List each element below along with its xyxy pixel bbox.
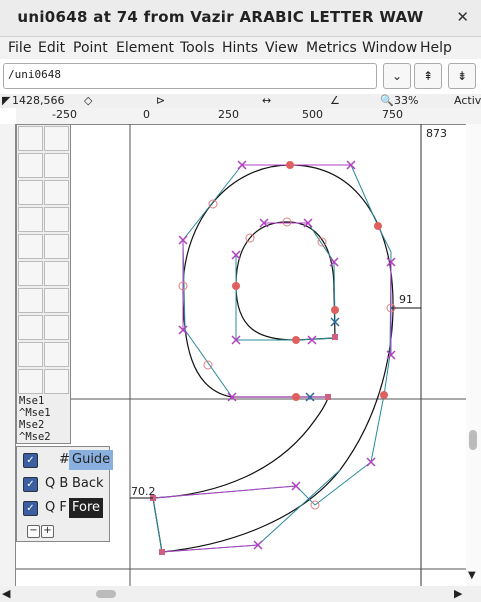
scroll-down-icon[interactable]: ▼ [468, 570, 476, 581]
layer-name[interactable]: Fore [69, 498, 104, 518]
advance-width-label: 873 [426, 127, 447, 140]
layer-name[interactable]: Back [69, 474, 107, 494]
add-layer-icon[interactable]: + [41, 525, 54, 538]
horizontal-scrollbar[interactable]: ◀ ▶ [0, 586, 481, 602]
rotate-tool-icon[interactable] [44, 288, 69, 313]
layer-row-guide[interactable]: ✓ # Guide [21, 450, 114, 470]
scale-tool-icon[interactable] [18, 288, 43, 313]
tool-palette: Mse1 ^Mse1 Mse2 ^Mse2 [16, 124, 71, 444]
hvcurve-tool-icon[interactable] [44, 234, 69, 259]
layer-visible-checkbox[interactable]: ✓ [23, 501, 38, 516]
pointer-tool-icon[interactable] [18, 126, 43, 151]
curve-points [232, 161, 388, 401]
freehand-tool-icon[interactable] [18, 153, 43, 178]
left-bearing-label: 70.2 [131, 485, 156, 498]
3d-rotate-tool-icon[interactable] [18, 342, 43, 367]
ruler-tool-icon[interactable] [44, 180, 69, 205]
tangent-point-tool-icon[interactable] [44, 261, 69, 286]
magnify-tool-icon[interactable] [44, 126, 69, 151]
hvcurve-point-tool-icon[interactable] [18, 207, 43, 232]
ctrl-mouse2-label: ^Mse2 [19, 431, 51, 443]
mouse2-label: Mse2 [19, 419, 45, 431]
layer-row-back[interactable]: ✓ Q B Back [21, 474, 109, 494]
polygon-tool-icon[interactable] [44, 369, 69, 394]
layer-code: Q B [45, 476, 69, 491]
mouse1-label: Mse1 [19, 395, 45, 407]
knife-tool-icon[interactable] [18, 180, 43, 205]
scroll-hand-tool-icon[interactable] [44, 153, 69, 178]
ellipse-tool-icon[interactable] [18, 369, 43, 394]
corner-point-tool-icon[interactable] [18, 261, 43, 286]
horizontal-scroll-thumb[interactable] [96, 590, 116, 598]
vertical-scroll-thumb[interactable] [469, 430, 477, 450]
flip-tool-icon[interactable] [18, 315, 43, 340]
skew-tool-icon[interactable] [44, 315, 69, 340]
curve-point-tool-icon[interactable] [18, 234, 43, 259]
layers-palette: ✓ # Guide ✓ Q B Back ✓ Q F Fore − + [16, 446, 114, 542]
vertical-scrollbar[interactable]: ▼ [466, 124, 481, 586]
control-handles [178, 160, 396, 550]
ctrl-mouse1-label: ^Mse1 [19, 407, 51, 419]
spiro-tool-icon[interactable] [44, 207, 69, 232]
remove-layer-icon[interactable]: − [27, 525, 40, 538]
right-bearing-label: 91 [399, 293, 413, 306]
layer-name[interactable]: Guide [69, 450, 114, 470]
inner-contour [235, 221, 336, 341]
scroll-left-icon[interactable]: ◀ [2, 587, 10, 600]
layer-row-fore[interactable]: ✓ Q F Fore [21, 498, 109, 518]
layer-visible-checkbox[interactable]: ✓ [23, 453, 38, 468]
perspective-tool-icon[interactable] [44, 342, 69, 367]
scroll-right-icon[interactable]: ▶ [454, 587, 462, 600]
layer-code: Q F [45, 500, 67, 515]
layer-visible-checkbox[interactable]: ✓ [23, 477, 38, 492]
